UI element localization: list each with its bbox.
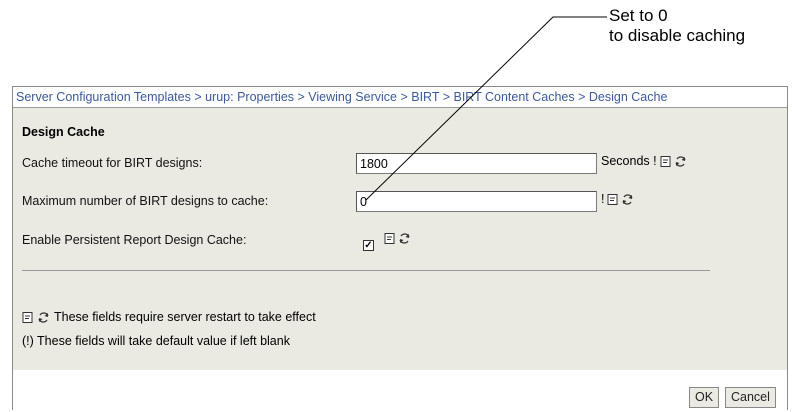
- max-designs-label: Maximum number of BIRT designs to cache:: [22, 194, 269, 208]
- design-cache-dialog: Server Configuration Templates > urup: P…: [12, 86, 788, 410]
- section-divider: [22, 270, 710, 271]
- restart-note-text: These fields require server restart to t…: [54, 310, 316, 324]
- refresh-icon: [622, 193, 634, 205]
- refresh-icon: [38, 311, 49, 323]
- required-mark: !: [601, 192, 605, 206]
- ok-button[interactable]: OK: [689, 387, 720, 408]
- max-designs-input[interactable]: [356, 191, 597, 212]
- restart-note: These fields require server restart to t…: [22, 310, 316, 324]
- persistent-cache-checkbox[interactable]: ✓: [363, 240, 374, 251]
- settings-panel: Design Cache Cache timeout for BIRT desi…: [13, 108, 787, 370]
- default-value-note: (!) These fields will take default value…: [22, 334, 290, 348]
- breadcrumb[interactable]: Server Configuration Templates > urup: P…: [13, 87, 787, 108]
- default-value-note-text: (!) These fields will take default value…: [22, 334, 290, 348]
- max-designs-suffix: !: [601, 192, 634, 206]
- callout-line-2: to disable caching: [609, 26, 746, 45]
- cache-timeout-label: Cache timeout for BIRT designs:: [22, 156, 203, 170]
- seconds-unit-label: Seconds !: [601, 154, 657, 168]
- section-title: Design Cache: [22, 125, 105, 139]
- refresh-icon: [675, 155, 686, 167]
- refresh-icon: [399, 233, 410, 244]
- cancel-button[interactable]: Cancel: [725, 387, 776, 408]
- callout-annotation: Set to 0 to disable caching: [609, 6, 792, 46]
- restart-doc-icon: [607, 193, 618, 205]
- persistent-cache-label: Enable Persistent Report Design Cache:: [22, 233, 247, 247]
- dialog-footer: OK Cancel: [13, 370, 787, 410]
- restart-doc-icon: [384, 233, 395, 244]
- cache-timeout-suffix: Seconds !: [601, 154, 687, 168]
- restart-doc-icon: [22, 311, 33, 323]
- cache-timeout-input[interactable]: [356, 153, 597, 174]
- restart-doc-icon: [660, 155, 671, 167]
- persistent-cache-icons: [384, 232, 411, 245]
- callout-line-1: Set to 0: [609, 6, 668, 25]
